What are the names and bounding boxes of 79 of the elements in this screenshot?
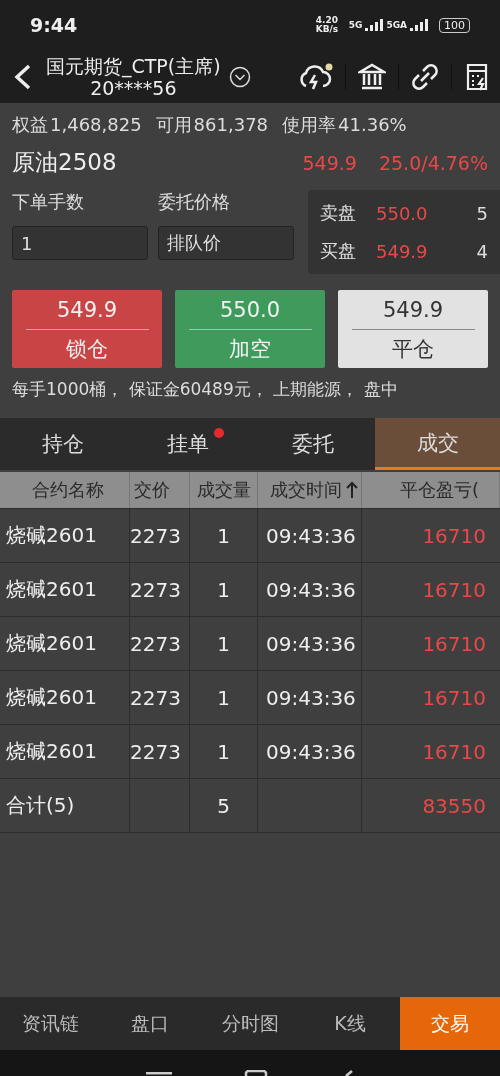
equity-value: 1,468,825 bbox=[50, 114, 142, 135]
table-cell: 09:43:36 bbox=[258, 617, 362, 670]
table-cell: 合计(5) bbox=[0, 779, 130, 832]
nav-tab[interactable]: 资讯链 bbox=[0, 997, 100, 1050]
column-header[interactable]: 成交时间 bbox=[258, 472, 362, 508]
tab[interactable]: 持仓 bbox=[0, 418, 125, 470]
cloud-lightning-icon[interactable] bbox=[297, 61, 333, 92]
table-cell-text: 16710 bbox=[421, 576, 487, 604]
home-icon[interactable] bbox=[244, 1070, 268, 1076]
table-cell-text: 16710 bbox=[421, 630, 487, 658]
book-price: 549.9 bbox=[376, 240, 428, 262]
lots-label: 下单手数 bbox=[12, 190, 85, 214]
nav-tab[interactable]: 分时图 bbox=[200, 997, 300, 1050]
usage-label: 使用率 bbox=[282, 113, 337, 137]
usage-value: 41.36% bbox=[338, 114, 407, 135]
network-speed: 4.20 KB/s bbox=[315, 16, 340, 34]
table-cell: 烧碱2601 bbox=[0, 563, 130, 616]
book-side: 买盘 bbox=[320, 239, 356, 263]
last-price: 549.9 bbox=[302, 151, 357, 174]
equity-label: 权益 bbox=[12, 113, 48, 137]
menu-icon[interactable] bbox=[146, 1070, 172, 1076]
table-cell: 09:43:36 bbox=[258, 509, 362, 562]
column-header[interactable]: 平仓盈亏( bbox=[362, 472, 500, 508]
trade-button[interactable]: 549.9 平仓 bbox=[338, 290, 488, 368]
book-volume: 4 bbox=[476, 240, 488, 262]
table-cell-text: 16710 bbox=[421, 738, 487, 766]
table-cell: 09:43:36 bbox=[258, 725, 362, 778]
available-value: 861,378 bbox=[193, 114, 269, 135]
tab[interactable]: 成交 bbox=[375, 418, 500, 470]
table-cell: 2273 bbox=[130, 725, 190, 778]
table-cell: 烧碱2601 bbox=[0, 725, 130, 778]
tab[interactable]: 委托 bbox=[250, 418, 375, 470]
sort-up-icon bbox=[345, 481, 358, 499]
table-cell: 09:43:36 bbox=[258, 563, 362, 616]
table-cell-text: 83550 bbox=[421, 792, 487, 820]
nav-tab[interactable]: K线 bbox=[300, 997, 400, 1050]
signal-icon bbox=[365, 19, 384, 31]
book-side: 卖盘 bbox=[320, 201, 356, 225]
price-change: 25.0/4.76% bbox=[378, 151, 488, 174]
table-cell: 1 bbox=[190, 563, 258, 616]
clock: 9:44 bbox=[30, 14, 78, 36]
table-cell: 2273 bbox=[130, 617, 190, 670]
table-cell: 烧碱2601 bbox=[0, 509, 130, 562]
column-header[interactable]: 成交量 bbox=[190, 472, 258, 508]
column-header[interactable]: 交价 bbox=[130, 472, 190, 508]
available-label: 可用 bbox=[155, 113, 192, 137]
signal-icon bbox=[410, 19, 428, 31]
instrument-name: 原油2508 bbox=[12, 148, 117, 177]
table-cell: 09:43:36 bbox=[258, 671, 362, 724]
table-cell: 1 bbox=[190, 725, 258, 778]
lots-input[interactable]: 1 bbox=[12, 226, 148, 260]
network-label: 5G bbox=[348, 20, 363, 30]
table-cell: 1 bbox=[190, 509, 258, 562]
table-cell: 1 bbox=[190, 617, 258, 670]
price-label: 委托价格 bbox=[158, 190, 231, 214]
table-cell-text: 16710 bbox=[421, 684, 487, 712]
price-type-input[interactable]: 排队价 bbox=[158, 226, 294, 260]
dropdown-icon[interactable] bbox=[228, 65, 251, 88]
table-cell: 2273 bbox=[130, 563, 190, 616]
table-cell: 5 bbox=[190, 779, 258, 832]
bank-icon[interactable] bbox=[358, 62, 386, 91]
table-cell: 烧碱2601 bbox=[0, 671, 130, 724]
battery-indicator: 100 bbox=[439, 17, 470, 33]
table-cell: 1 bbox=[190, 671, 258, 724]
trade-button[interactable]: 549.9 锁仓 bbox=[12, 290, 162, 368]
account-title: 国元期货_CTP(主席) bbox=[46, 54, 221, 77]
table-cell: 2273 bbox=[130, 671, 190, 724]
link-icon[interactable] bbox=[411, 62, 439, 91]
network-label: 5GA bbox=[386, 20, 407, 30]
book-volume: 5 bbox=[476, 202, 488, 224]
book-price: 550.0 bbox=[376, 202, 428, 224]
tab[interactable]: 挂单 bbox=[125, 418, 250, 470]
contract-info: 每手1000桶， 保证金60489元， 上期能源， 盘中 bbox=[11, 378, 399, 401]
table-cell-text: 16710 bbox=[421, 522, 487, 550]
column-header[interactable]: 合约名称 bbox=[0, 472, 130, 508]
table-cell: 烧碱2601 bbox=[0, 617, 130, 670]
nav-tab[interactable]: 盘口 bbox=[100, 997, 200, 1050]
table-cell: 2273 bbox=[130, 509, 190, 562]
calculator-icon[interactable] bbox=[464, 61, 490, 92]
